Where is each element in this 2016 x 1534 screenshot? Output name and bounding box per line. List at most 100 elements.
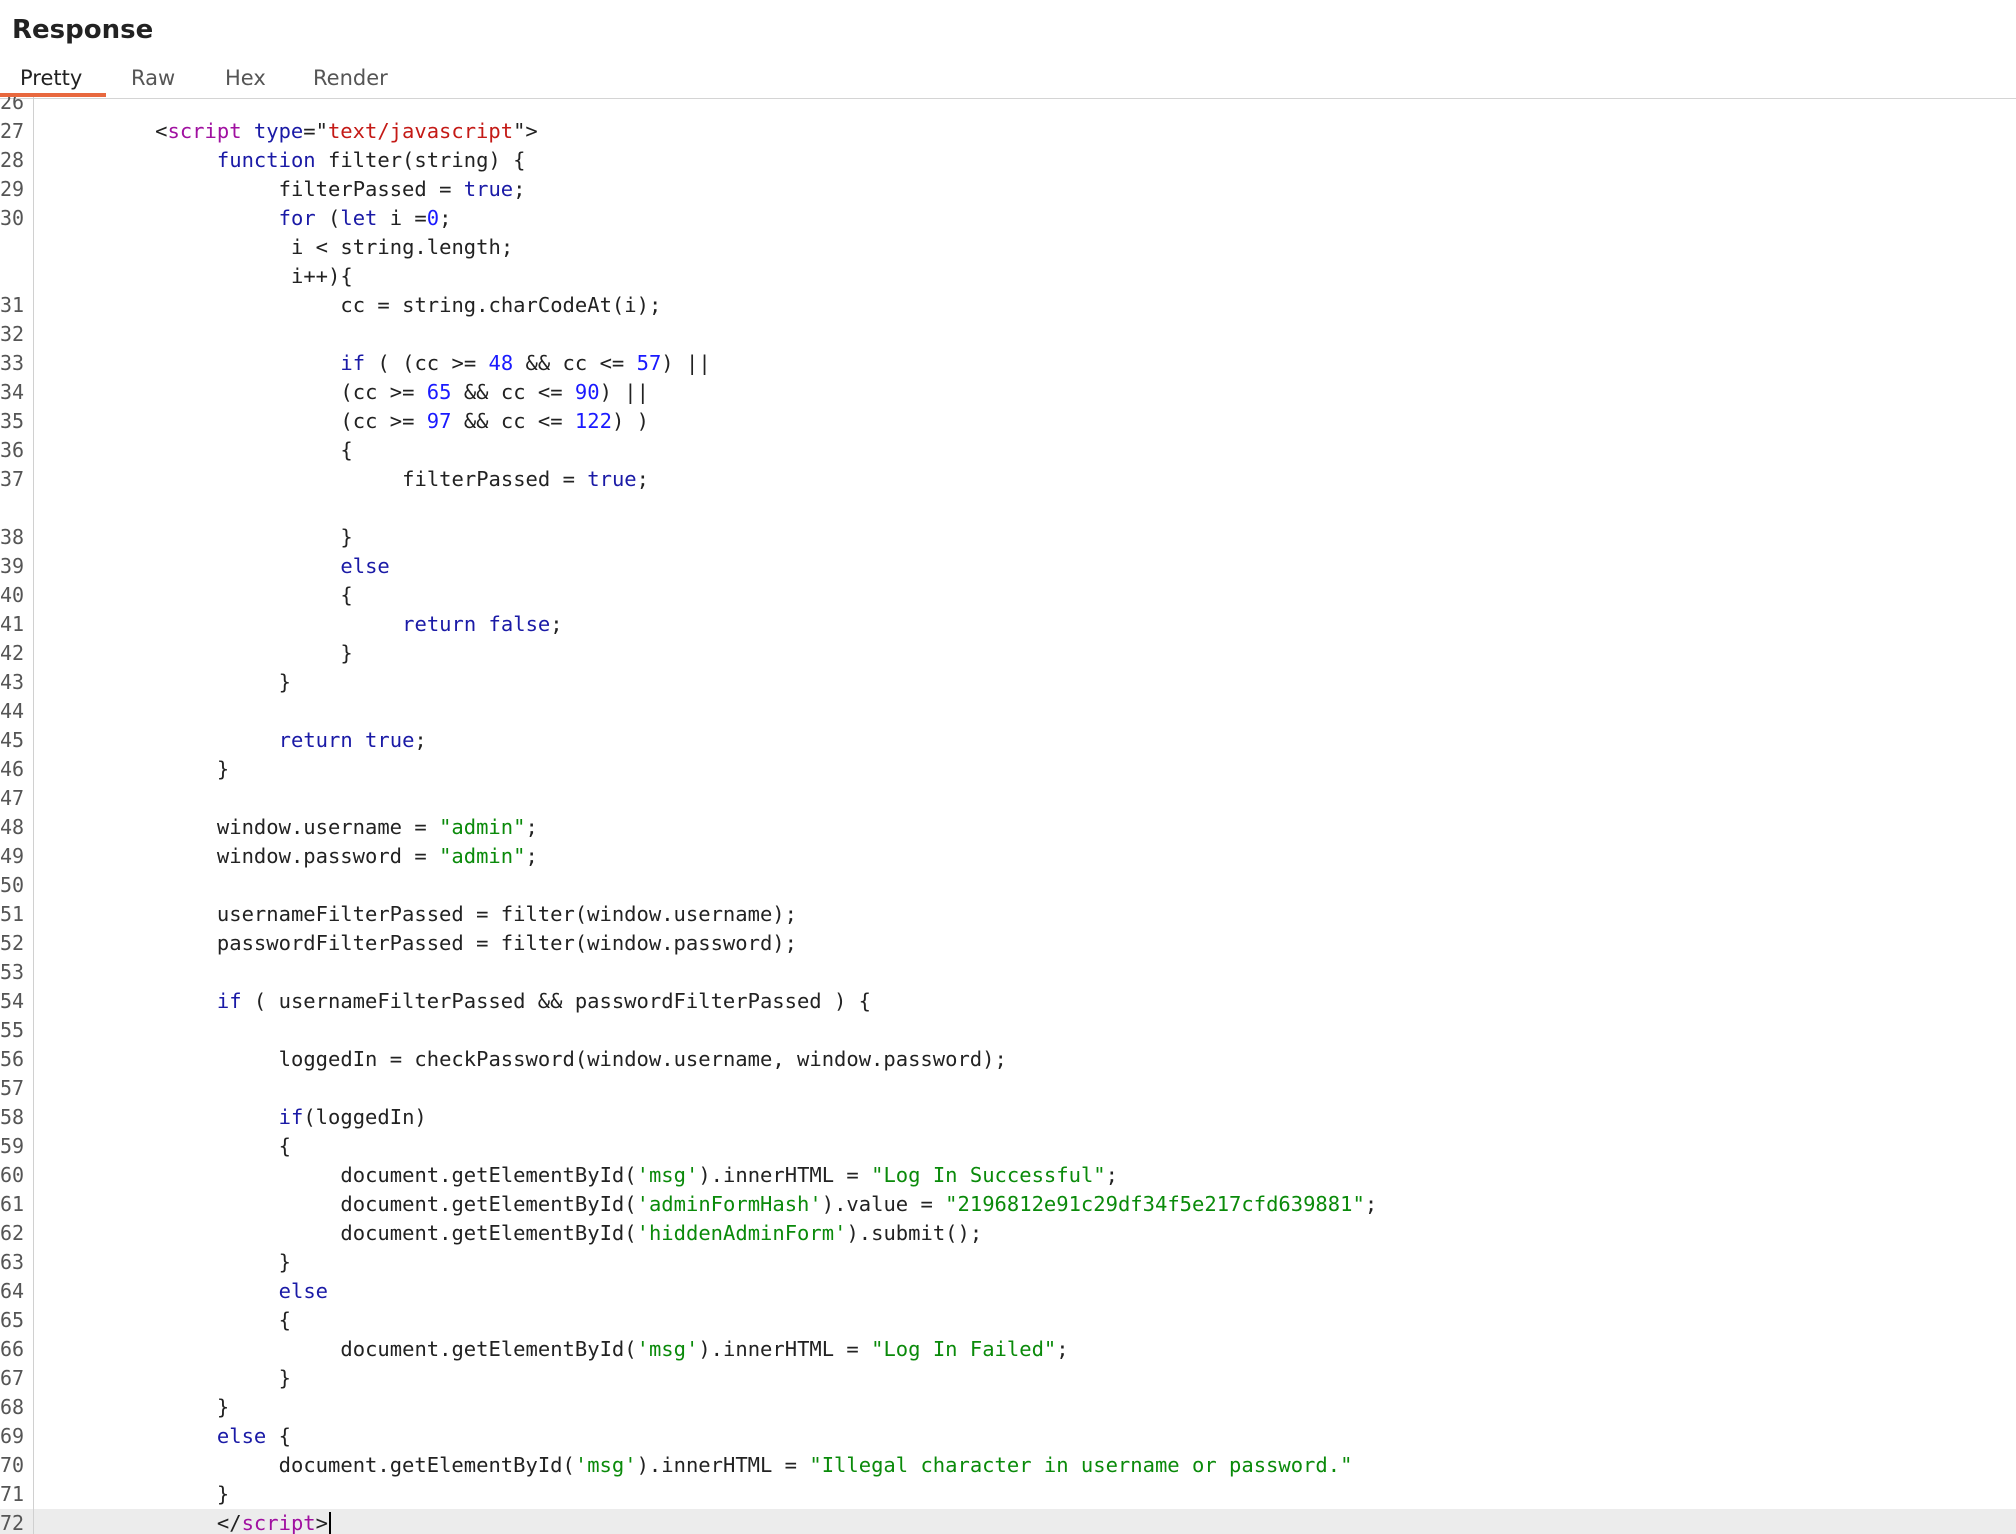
code-line[interactable]: 62 document.getElementById('hiddenAdminFo… — [0, 1219, 2016, 1248]
code-token: document.getElementById( — [340, 1337, 637, 1361]
code-line[interactable]: 55 — [0, 1016, 2016, 1045]
code-token: document.getElementById( — [340, 1163, 637, 1187]
code-line[interactable] — [0, 494, 2016, 523]
code-text: (cc >= 65 && cc <= 90) || — [340, 378, 649, 407]
code-line[interactable]: 65 { — [0, 1306, 2016, 1335]
code-line[interactable]: 27 <script type="text/javascript"> — [0, 117, 2016, 146]
line-number: 30 — [0, 206, 25, 230]
code-line[interactable]: 40 { — [0, 581, 2016, 610]
code-line[interactable]: 32 — [0, 320, 2016, 349]
code-line[interactable]: 72 </script> — [0, 1509, 2016, 1534]
code-text: { — [279, 1132, 291, 1161]
code-token: ; — [1056, 1337, 1069, 1361]
code-line[interactable]: 38} — [0, 523, 2016, 552]
code-token: "admin" — [439, 815, 526, 839]
code-line[interactable]: 48 window.username = "admin"; — [0, 813, 2016, 842]
code-line[interactable]: 29 filterPassed = true; — [0, 175, 2016, 204]
code-token: loggedIn = checkPassword(window.username… — [278, 1047, 1007, 1071]
code-line[interactable]: 59 { — [0, 1132, 2016, 1161]
code-text: if(loggedIn) — [279, 1103, 427, 1132]
text-caret — [328, 1512, 331, 1534]
code-text: document.getElementById('msg').innerHTML… — [340, 1335, 1068, 1364]
code-token: && cc <= — [451, 380, 575, 404]
code-token: 90 — [574, 380, 600, 404]
code-line[interactable]: 33 if ( (cc >= 48 && cc <= 57) || — [0, 349, 2016, 378]
code-line[interactable]: 58 if(loggedIn) — [0, 1103, 2016, 1132]
line-number: 32 — [0, 322, 25, 346]
line-number: 41 — [0, 612, 25, 636]
code-line[interactable]: 34 (cc >= 65 && cc <= 90) || — [0, 378, 2016, 407]
code-text: else { — [217, 1422, 291, 1451]
code-text: function filter(string) { — [217, 146, 526, 175]
code-line[interactable]: 42} — [0, 639, 2016, 668]
code-editor[interactable]: 26 27 <script type="text/javascript"> 28 fun… — [0, 97, 2016, 1534]
code-line[interactable]: 60 document.getElementById('msg').innerHT… — [0, 1161, 2016, 1190]
code-line[interactable]: 47 — [0, 784, 2016, 813]
code-line[interactable]: 26 — [0, 97, 2016, 117]
tab-render[interactable]: Render — [313, 66, 388, 90]
code-token: filter(string) { — [315, 148, 526, 172]
code-text: } — [217, 1480, 229, 1509]
line-number: 48 — [0, 815, 25, 839]
line-number: 69 — [0, 1424, 25, 1448]
code-token: window.password = — [216, 844, 440, 868]
code-line[interactable]: 45 return true; — [0, 726, 2016, 755]
code-line[interactable]: 68} — [0, 1393, 2016, 1422]
tab-hex[interactable]: Hex — [225, 66, 266, 90]
code-line[interactable]: 46} — [0, 755, 2016, 784]
code-line[interactable]: 41 return false; — [0, 610, 2016, 639]
code-line[interactable]: 53 — [0, 958, 2016, 987]
code-text: return false; — [402, 610, 562, 639]
code-line[interactable]: 56 loggedIn = checkPassword(window.userna… — [0, 1045, 2016, 1074]
code-token: else — [216, 1424, 267, 1448]
code-text: (cc >= 97 && cc <= 122) ) — [340, 407, 649, 436]
code-token: ).innerHTML = — [636, 1453, 810, 1477]
code-token: 65 — [426, 380, 452, 404]
code-line[interactable]: 44 — [0, 697, 2016, 726]
code-line[interactable]: 51 usernameFilterPassed = filter(window.u… — [0, 900, 2016, 929]
code-line[interactable]: 35 (cc >= 97 && cc <= 122) ) — [0, 407, 2016, 436]
code-line[interactable]: 63} — [0, 1248, 2016, 1277]
code-text: } — [279, 1364, 291, 1393]
line-number: 45 — [0, 728, 25, 752]
code-line[interactable]: 39 else — [0, 552, 2016, 581]
line-number: 26 — [0, 97, 25, 114]
code-line[interactable]: 69 else { — [0, 1422, 2016, 1451]
code-line[interactable]: 52 passwordFilterPassed = filter(window.p… — [0, 929, 2016, 958]
code-token: else — [278, 1279, 329, 1303]
code-token: } — [340, 641, 353, 665]
code-text: else — [340, 552, 389, 581]
code-line[interactable]: 30 for (let i =0; — [0, 204, 2016, 233]
code-line[interactable]: 36 { — [0, 436, 2016, 465]
code-token: ) || — [599, 380, 649, 404]
code-line[interactable]: 31 cc = string.charCodeAt(i); — [0, 291, 2016, 320]
code-line[interactable]: i++){ — [0, 262, 2016, 291]
tab-pretty[interactable]: Pretty — [20, 66, 82, 90]
code-line[interactable]: 43} — [0, 668, 2016, 697]
code-token: "admin" — [439, 844, 526, 868]
code-line[interactable]: 54 if ( usernameFilterPassed && passwordF… — [0, 987, 2016, 1016]
code-line[interactable]: 28 function filter(string) { — [0, 146, 2016, 175]
code-line[interactable]: i < string.length; — [0, 233, 2016, 262]
code-token: window.username = — [216, 815, 440, 839]
code-line[interactable]: 64 else — [0, 1277, 2016, 1306]
code-text: return true; — [279, 726, 427, 755]
code-text: filterPassed = true; — [402, 465, 649, 494]
code-token: document.getElementById( — [340, 1192, 637, 1216]
code-token: ).innerHTML = — [698, 1163, 872, 1187]
line-number: 65 — [0, 1308, 25, 1332]
code-token: true — [587, 467, 637, 491]
tab-raw[interactable]: Raw — [131, 66, 175, 90]
code-line[interactable]: 66 document.getElementById('msg').innerHT… — [0, 1335, 2016, 1364]
code-token: ; — [439, 206, 452, 230]
code-line[interactable]: 49 window.password = "admin"; — [0, 842, 2016, 871]
code-token: ) ) — [611, 409, 649, 433]
code-line[interactable]: 71} — [0, 1480, 2016, 1509]
code-line[interactable]: 67} — [0, 1364, 2016, 1393]
code-line[interactable]: 70 document.getElementById('msg').innerHT… — [0, 1451, 2016, 1480]
code-line[interactable]: 57 — [0, 1074, 2016, 1103]
code-line[interactable]: 37 filterPassed = true; — [0, 465, 2016, 494]
code-line[interactable]: 50 — [0, 871, 2016, 900]
code-line[interactable]: 61 document.getElementById('adminFormHash… — [0, 1190, 2016, 1219]
